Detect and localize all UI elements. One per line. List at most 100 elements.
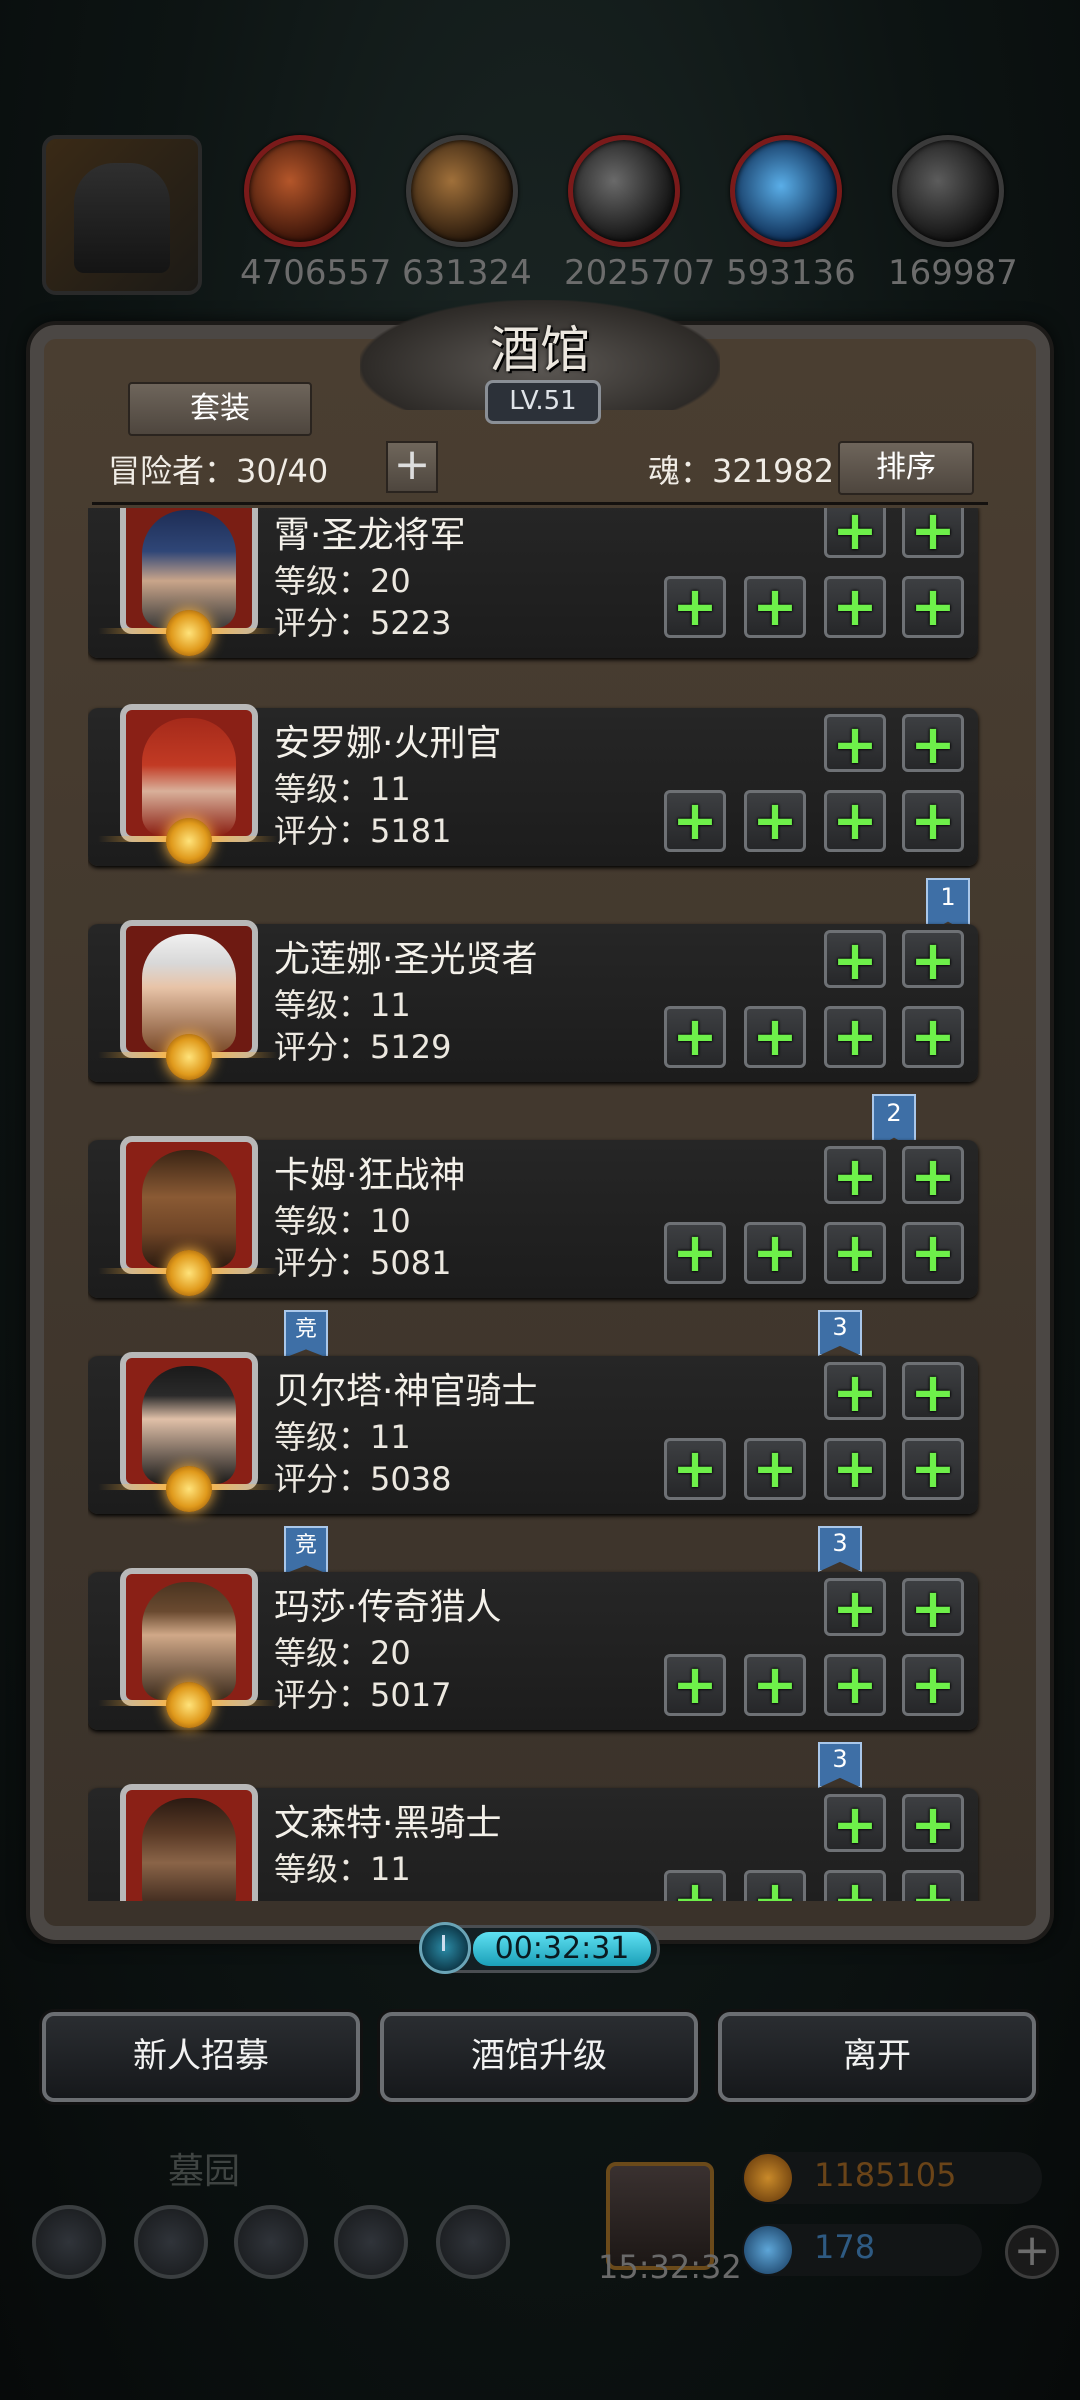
expand-capacity-button[interactable]: +: [386, 441, 438, 493]
hero-face: [142, 1798, 236, 1901]
hero-card[interactable]: 文森特·黑骑士 等级：11: [88, 1784, 978, 1901]
hero-card[interactable]: 霄·圣龙将军 等级：20 评分：5223: [88, 508, 978, 658]
resource-iron[interactable]: 169987: [888, 135, 1018, 293]
mail-icon[interactable]: [334, 2205, 408, 2279]
gold-value: 1185105: [814, 2156, 957, 2194]
clock-icon: [419, 1922, 471, 1974]
equip-slot-amulet[interactable]: [902, 1654, 964, 1716]
equip-slot-amulet[interactable]: [902, 1006, 964, 1068]
leave-button[interactable]: 离开: [718, 2012, 1036, 2102]
resource-stone[interactable]: 2025707: [564, 135, 716, 293]
equip-slot-helmet[interactable]: [824, 1794, 886, 1855]
equip-slot-helmet[interactable]: [824, 1146, 886, 1207]
settings-gear-icon[interactable]: [32, 2205, 106, 2279]
equip-slot-weapon[interactable]: [664, 576, 726, 638]
arena-flag: 竞: [284, 1526, 328, 1574]
resource-wood-value: 631324: [402, 253, 532, 293]
hero-level: 等级：11: [274, 770, 411, 808]
suit-button[interactable]: 套装: [128, 382, 312, 436]
hero-card[interactable]: 安罗娜·火刑官 等级：11 评分：5181: [88, 704, 978, 866]
refresh-timer: 00:32:31: [419, 1922, 660, 1974]
equip-slot-helmet[interactable]: [824, 930, 886, 991]
hero-card[interactable]: 卡姆·狂战神 等级：10 评分：5081: [88, 1136, 978, 1298]
equip-slot-weapon[interactable]: [664, 1006, 726, 1068]
resource-leather[interactable]: 4706557: [240, 135, 391, 293]
equip-slot-shield[interactable]: [744, 1222, 806, 1284]
star-badge-icon[interactable]: [134, 2205, 208, 2279]
hero-name: 霄·圣龙将军: [274, 515, 466, 556]
equip-slot-shield[interactable]: [744, 1006, 806, 1068]
equip-slot-weapon[interactable]: [664, 1438, 726, 1500]
gold-coin-icon: [744, 2154, 792, 2202]
equip-slot-armor[interactable]: [902, 1794, 964, 1855]
upgrade-tavern-button[interactable]: 酒馆升级: [380, 2012, 698, 2102]
map-icon[interactable]: [234, 2205, 308, 2279]
soul-count: 魂：321982: [648, 452, 835, 490]
equip-slot-weapon[interactable]: [664, 790, 726, 852]
equip-slot-shield[interactable]: [744, 1870, 806, 1901]
hero-card[interactable]: 玛莎·传奇猎人 等级：20 评分：5017: [88, 1568, 978, 1730]
hero-card[interactable]: 贝尔塔·神官骑士 等级：11 评分：5038: [88, 1352, 978, 1514]
resource-stone-value: 2025707: [564, 253, 716, 293]
hero-level: 等级：11: [274, 1850, 411, 1888]
hero-list[interactable]: 霄·圣龙将军 等级：20 评分：5223 安罗娜·火刑官 等级：11 评分：51…: [88, 508, 992, 1901]
crystal-icon: [730, 135, 842, 247]
hero-level: 等级：20: [274, 562, 411, 600]
star-emblem-icon: [166, 610, 212, 656]
equip-slot-ring[interactable]: [824, 790, 886, 852]
equip-slot-armor[interactable]: [902, 930, 964, 991]
equip-slot-armor[interactable]: [902, 714, 964, 775]
equip-slot-helmet[interactable]: [824, 714, 886, 775]
wood-icon: [406, 135, 518, 247]
equip-slot-armor[interactable]: [902, 1578, 964, 1639]
hero-card[interactable]: 尤莲娜·圣光贤者 等级：11 评分：5129: [88, 920, 978, 1082]
hero-name: 尤莲娜·圣光贤者: [274, 939, 538, 980]
equip-slot-helmet[interactable]: [824, 508, 886, 561]
equip-slot-armor[interactable]: [902, 1146, 964, 1207]
equip-slot-amulet[interactable]: [902, 790, 964, 852]
tavern-level-badge: LV.51: [485, 380, 601, 424]
hero-score: 评分：5129: [274, 1028, 452, 1066]
resource-wood[interactable]: 631324: [402, 135, 532, 293]
equip-slot-shield[interactable]: [744, 576, 806, 638]
equip-slot-ring[interactable]: [824, 1222, 886, 1284]
timer-text: 00:32:31: [473, 1932, 651, 1966]
equip-slot-helmet[interactable]: [824, 1578, 886, 1639]
add-currency-button[interactable]: +: [1005, 2225, 1059, 2279]
equip-slot-ring[interactable]: [824, 576, 886, 638]
equip-slot-armor[interactable]: [902, 508, 964, 561]
equip-slot-ring[interactable]: [824, 1870, 886, 1901]
panel-title: 酒馆: [490, 321, 590, 379]
hero-score: 评分：5223: [274, 604, 452, 642]
header-divider: [92, 502, 988, 505]
rank-flag: 3: [818, 1526, 862, 1572]
equip-slot-weapon[interactable]: [664, 1654, 726, 1716]
resource-crystal[interactable]: 593136: [726, 135, 856, 293]
equip-slot-amulet[interactable]: [902, 576, 964, 638]
equip-slot-amulet[interactable]: [902, 1870, 964, 1901]
equip-slot-armor[interactable]: [902, 1362, 964, 1423]
star-emblem-icon: [166, 1250, 212, 1296]
equip-slot-shield[interactable]: [744, 1438, 806, 1500]
recruit-button[interactable]: 新人招募: [42, 2012, 360, 2102]
hero-portrait: [120, 1784, 258, 1901]
star-emblem-icon: [166, 1034, 212, 1080]
inventory-icon[interactable]: [436, 2205, 510, 2279]
equip-slot-ring[interactable]: [824, 1438, 886, 1500]
equip-slot-amulet[interactable]: [902, 1438, 964, 1500]
equip-slot-helmet[interactable]: [824, 1362, 886, 1423]
hero-name: 文森特·黑骑士: [274, 1803, 502, 1844]
equip-slot-weapon[interactable]: [664, 1222, 726, 1284]
equip-slot-amulet[interactable]: [902, 1222, 964, 1284]
equip-slot-weapon[interactable]: [664, 1870, 726, 1901]
equip-slot-ring[interactable]: [824, 1006, 886, 1068]
equip-slot-shield[interactable]: [744, 790, 806, 852]
sort-button[interactable]: 排序: [838, 441, 974, 495]
star-emblem-icon: [166, 1466, 212, 1512]
hero-score: 评分：5081: [274, 1244, 452, 1282]
adventurer-count: 冒险者：30/40: [108, 452, 329, 490]
equip-slot-ring[interactable]: [824, 1654, 886, 1716]
resource-crystal-value: 593136: [726, 253, 856, 293]
equip-slot-shield[interactable]: [744, 1654, 806, 1716]
gold-display: 1185105: [742, 2152, 1042, 2204]
